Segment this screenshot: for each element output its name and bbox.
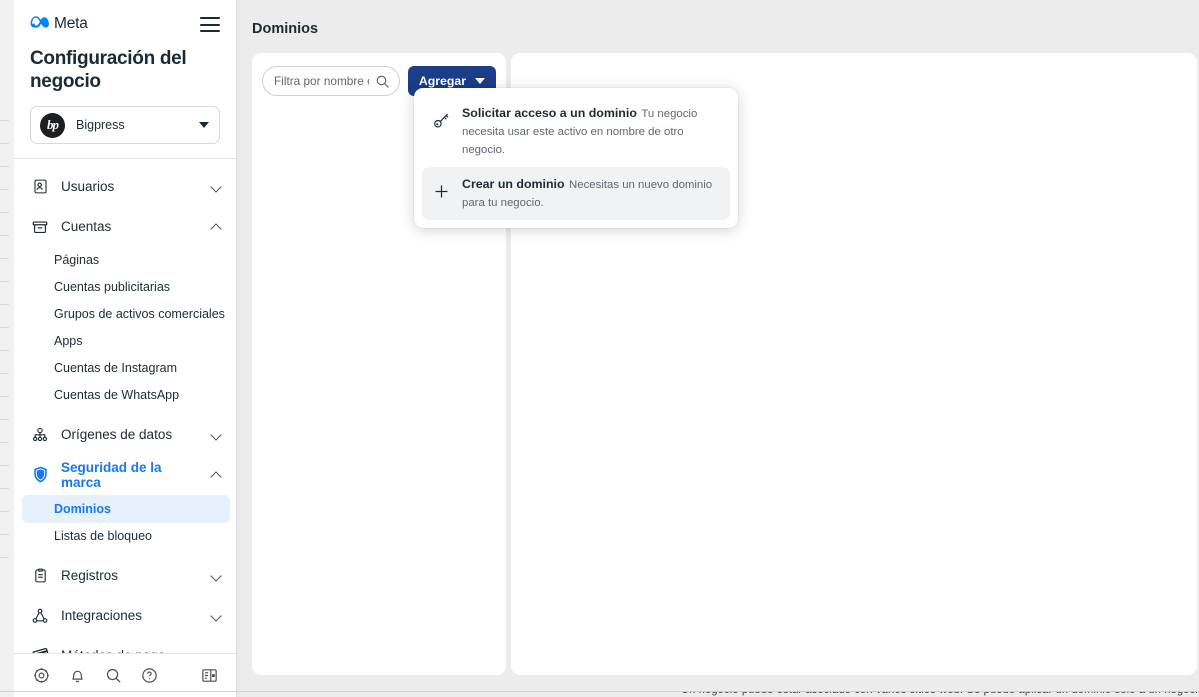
menu-item-title: Crear un dominio: [462, 177, 565, 191]
menu-item-title: Solicitar acceso a un dominio: [462, 106, 637, 120]
meta-infinity-icon: [30, 15, 49, 33]
sidebar-item-label: Registros: [61, 568, 119, 584]
background-window: [0, 0, 14, 697]
sidebar-item-label: Integraciones: [61, 608, 143, 624]
credit-card-icon: [30, 646, 50, 654]
users-card-icon: [30, 177, 50, 197]
business-selector[interactable]: bp Bigpress: [30, 106, 220, 144]
chevron-down-icon: [211, 570, 222, 581]
sidebar-item-cuentas[interactable]: Cuentas: [14, 207, 236, 247]
add-dropdown-menu: Solicitar acceso a un dominio Tu negocio…: [414, 88, 738, 228]
sidebar-subitems-seguridad: Dominios Listas de bloqueo: [14, 494, 236, 556]
question-circle-icon[interactable]: [136, 663, 162, 689]
sidebar-brand-row: Meta: [30, 10, 220, 38]
sidebar-item-usuarios[interactable]: Usuarios: [14, 167, 236, 207]
menu-item-text: Crear un dominio Necesitas un nuevo domi…: [462, 175, 720, 211]
sidebar-item-integraciones[interactable]: Integraciones: [14, 596, 236, 636]
integrations-icon: [30, 606, 50, 626]
sidebar-nav: Usuarios Cuentas Páginas Cuentas publici…: [14, 159, 236, 654]
sidebar-item-grupos-activos[interactable]: Grupos de activos comerciales: [14, 301, 236, 328]
sidebar-item-listas-de-bloqueo[interactable]: Listas de bloqueo: [14, 523, 236, 550]
sidebar: Meta Configuración del negocio bp Bigpre…: [14, 0, 237, 697]
caret-down-icon: [475, 78, 485, 84]
search-input[interactable]: [274, 74, 369, 88]
search-field-wrapper[interactable]: [262, 66, 400, 96]
search-icon: [374, 73, 391, 95]
sidebar-item-origenes-de-datos[interactable]: Orígenes de datos: [14, 415, 236, 455]
chevron-down-icon: [211, 429, 222, 440]
chevron-down-icon: [211, 181, 222, 192]
business-name: Bigpress: [76, 118, 125, 132]
sidebar-item-label: Usuarios: [61, 179, 115, 195]
sidebar-item-label: Seguridad de la marca: [61, 459, 162, 490]
sidebar-item-registros[interactable]: Registros: [14, 556, 236, 596]
page-title: Dominios: [252, 21, 319, 37]
sidebar-item-apps[interactable]: Apps: [14, 328, 236, 355]
sidebar-item-label: Orígenes de datos: [61, 427, 173, 443]
avatar: bp: [40, 112, 65, 138]
panel-toggle-icon[interactable]: [196, 663, 222, 689]
menu-item-crear-dominio[interactable]: Crear un dominio Necesitas un nuevo domi…: [422, 167, 730, 220]
meta-logo[interactable]: Meta: [30, 15, 88, 33]
clipboard-icon: [30, 566, 50, 586]
chevron-up-icon: [211, 469, 222, 480]
meta-wordmark: Meta: [54, 15, 88, 32]
hamburger-icon[interactable]: [200, 16, 220, 32]
key-icon: [430, 104, 452, 130]
add-button-label: Agregar: [418, 74, 466, 88]
main-content: Dominios Agregar: [238, 0, 1199, 697]
gear-icon[interactable]: [28, 663, 54, 689]
chevron-up-icon: [211, 221, 222, 232]
search-icon[interactable]: [100, 663, 126, 689]
sidebar-item-seguridad-de-la-marca[interactable]: Seguridad de la marca: [14, 455, 236, 495]
menu-item-solicitar-acceso[interactable]: Solicitar acceso a un dominio Tu negocio…: [422, 96, 730, 167]
box-icon: [30, 217, 50, 237]
sidebar-header: Meta Configuración del negocio bp Bigpre…: [14, 0, 236, 144]
chevron-down-icon: [211, 610, 222, 621]
data-sources-icon: [30, 425, 50, 445]
caret-down-icon: [199, 122, 209, 128]
plus-icon: [430, 175, 452, 201]
shield-icon: [30, 465, 50, 485]
bell-icon[interactable]: [64, 663, 90, 689]
page-title-sidebar: Configuración del negocio: [30, 48, 187, 92]
bottom-divider: [0, 691, 1199, 692]
sidebar-item-paginas[interactable]: Páginas: [14, 247, 236, 274]
sidebar-item-instagram[interactable]: Cuentas de Instagram: [14, 355, 236, 382]
sidebar-subitems-cuentas: Páginas Cuentas publicitarias Grupos de …: [14, 247, 236, 415]
sidebar-item-dominios[interactable]: Dominios: [22, 494, 230, 523]
sidebar-item-cuentas-publicitarias[interactable]: Cuentas publicitarias: [14, 274, 236, 301]
sidebar-item-metodos-de-pago[interactable]: Métodos de pago: [14, 636, 236, 654]
menu-item-text: Solicitar acceso a un dominio Tu negocio…: [462, 104, 720, 158]
app-root: Meta Configuración del negocio bp Bigpre…: [0, 0, 1199, 697]
background-window-lines: [0, 120, 10, 640]
sidebar-item-label: Cuentas: [61, 219, 112, 235]
sidebar-item-whatsapp[interactable]: Cuentas de WhatsApp: [14, 382, 236, 409]
